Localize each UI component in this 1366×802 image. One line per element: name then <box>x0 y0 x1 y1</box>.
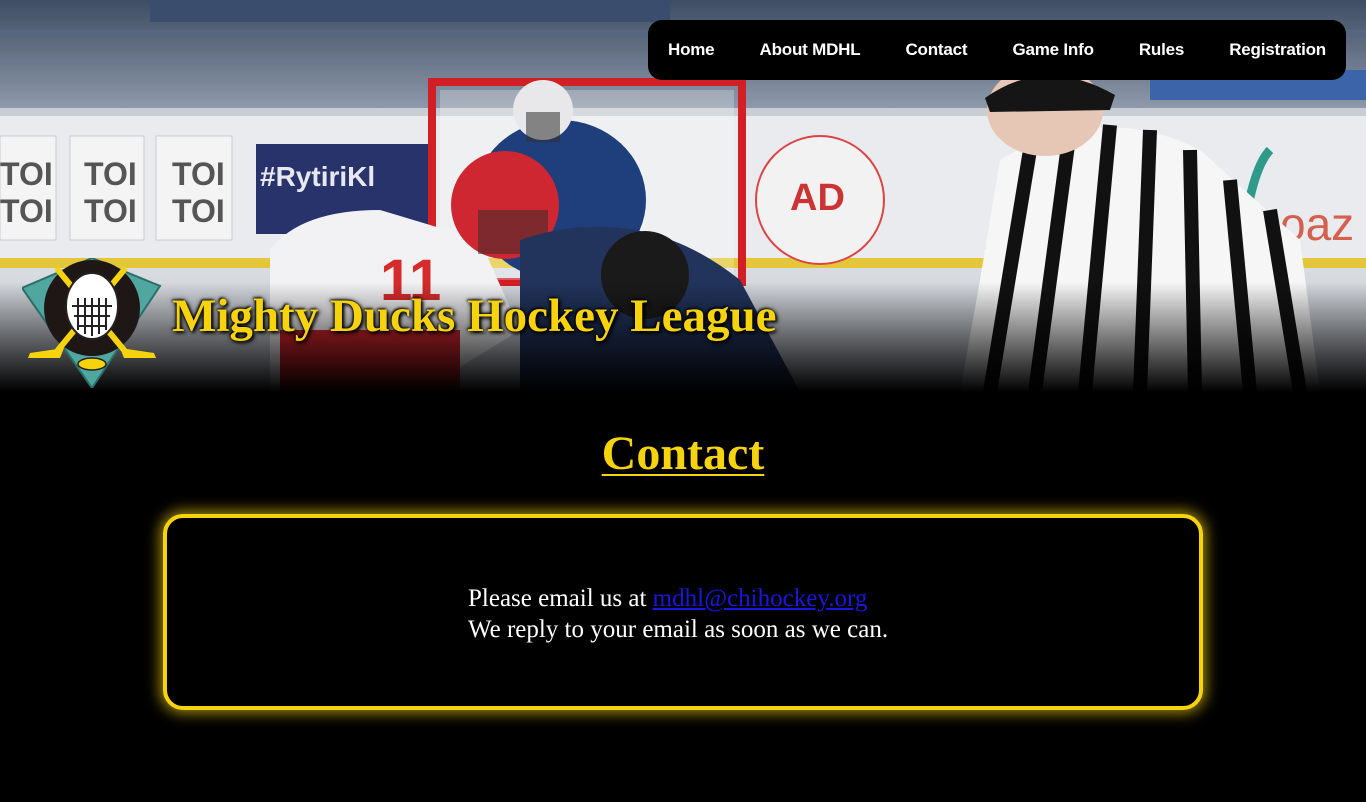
svg-text:TOI: TOI <box>172 156 225 192</box>
page-title: Contact <box>601 427 765 480</box>
svg-text:#RytiriKl: #RytiriKl <box>260 161 375 192</box>
reply-note-text: We reply to your email as soon as we can… <box>468 616 889 643</box>
nav-home[interactable]: Home <box>668 40 715 60</box>
svg-text:TOI: TOI <box>0 193 53 229</box>
nav-game-info[interactable]: Game Info <box>1012 40 1094 60</box>
nav-contact[interactable]: Contact <box>905 40 967 60</box>
svg-text:AD: AD <box>790 177 845 219</box>
nav-about-mdhl[interactable]: About MDHL <box>760 40 861 60</box>
nav-registration[interactable]: Registration <box>1229 40 1326 60</box>
site-title: Mighty Ducks Hockey League <box>172 290 777 342</box>
svg-text:TOI: TOI <box>84 193 137 229</box>
hero-banner: TOI TOI TOI TOI TOI TOI #RytiriKl AD oaz 11 <box>0 0 1366 392</box>
main-navigation: Home About MDHL Contact Game Info Rules … <box>648 20 1346 80</box>
svg-text:TOI: TOI <box>84 156 137 192</box>
svg-text:TOI: TOI <box>172 193 225 229</box>
league-logo-icon[interactable] <box>22 258 162 388</box>
svg-text:TOI: TOI <box>0 156 53 192</box>
nav-rules[interactable]: Rules <box>1139 40 1184 60</box>
email-link[interactable]: mdhl@chihockey.org <box>653 585 868 612</box>
contact-message: Please email us at mdhl@chihockey.org We… <box>468 583 888 645</box>
contact-card: Please email us at mdhl@chihockey.org We… <box>163 514 1203 710</box>
email-prompt-text: Please email us at <box>468 585 647 612</box>
